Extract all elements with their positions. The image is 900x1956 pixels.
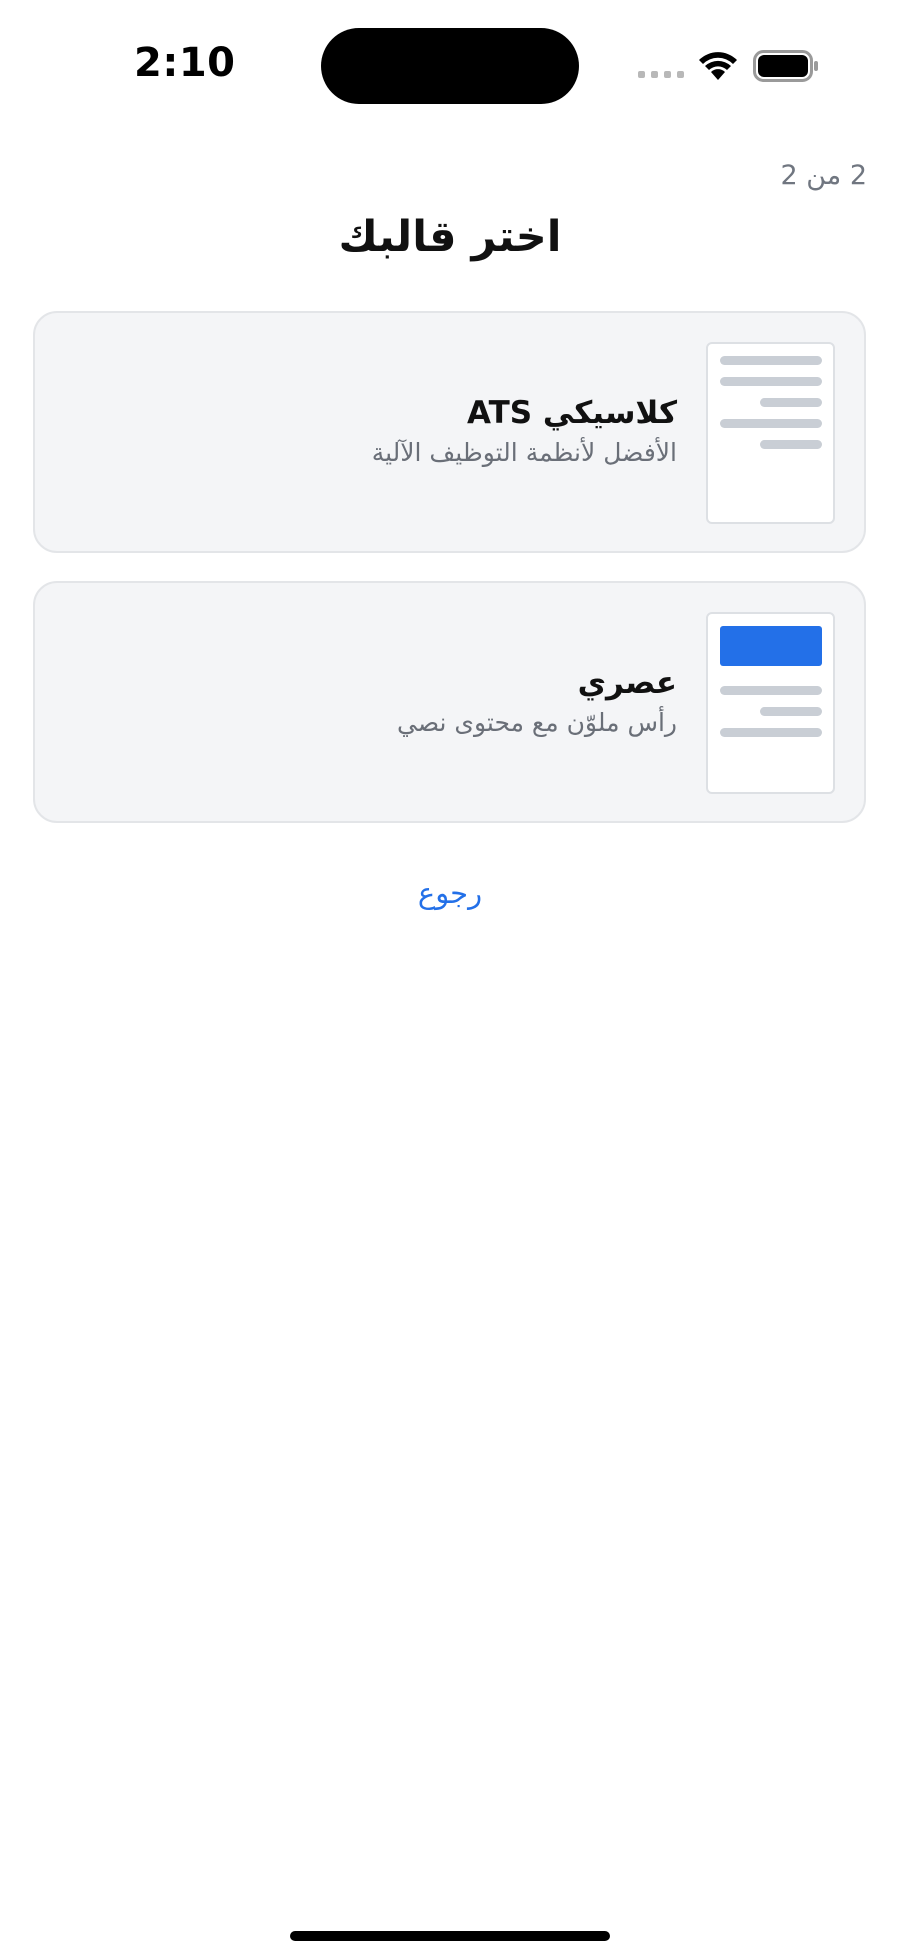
template-card-modern[interactable]: عصري رأس ملوّن مع محتوى نصي [33, 581, 866, 823]
template-preview-modern [706, 612, 835, 794]
home-indicator[interactable] [290, 1931, 610, 1941]
back-button[interactable]: رجوع [0, 876, 900, 910]
cellular-signal-icon [638, 71, 684, 78]
battery-icon [753, 50, 818, 82]
template-description: رأس ملوّن مع محتوى نصي [397, 708, 677, 737]
template-title: عصري [577, 665, 677, 701]
status-time: 2:10 [134, 40, 236, 86]
page-title: اختر قالبك [338, 212, 562, 262]
template-title: كلاسيكي ATS [467, 395, 677, 431]
template-card-text: كلاسيكي ATS الأفضل لأنظمة التوظيف الآلية [372, 393, 677, 471]
step-counter: 2 من 2 [780, 160, 867, 191]
dynamic-island [321, 28, 579, 104]
template-preview-classic [706, 342, 835, 524]
template-description: الأفضل لأنظمة التوظيف الآلية [371, 438, 677, 467]
wifi-icon [699, 52, 737, 80]
template-card-text: عصري رأس ملوّن مع محتوى نصي [397, 663, 677, 741]
template-card-classic-ats[interactable]: كلاسيكي ATS الأفضل لأنظمة التوظيف الآلية [33, 311, 866, 553]
template-preview-header [720, 626, 822, 666]
